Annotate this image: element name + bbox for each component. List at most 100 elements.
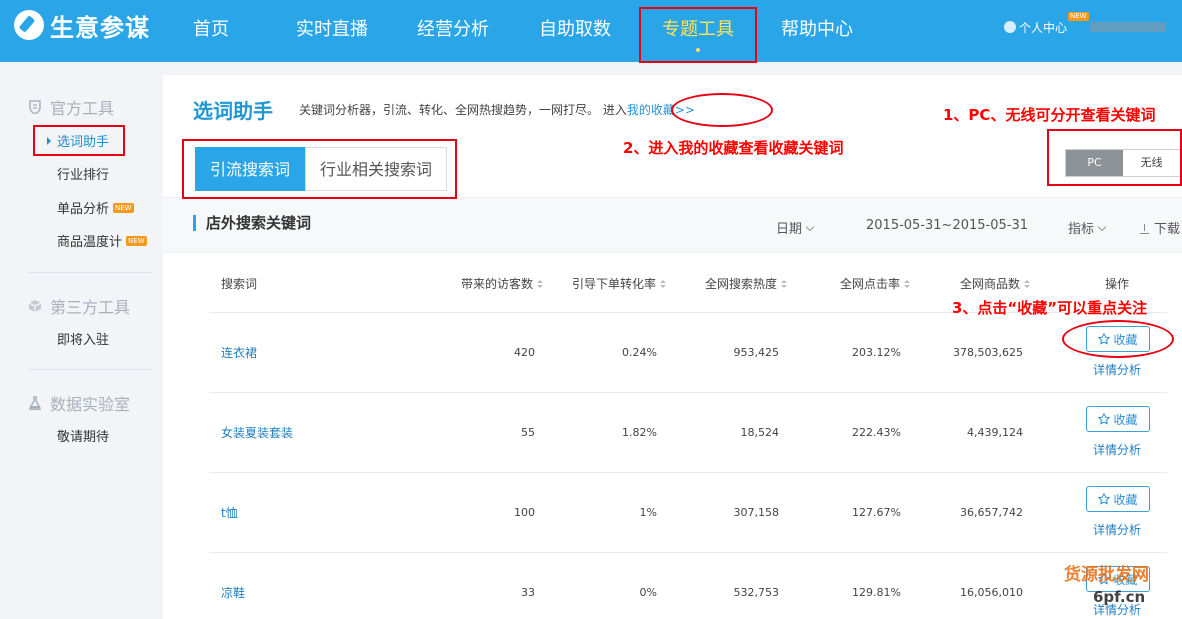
- goods-count-cell: 378,503,625: [953, 346, 1023, 359]
- column-header-label: 全网搜索热度: [705, 277, 778, 291]
- annotation-text-3: 3、点击“收藏”可以重点关注: [952, 299, 1148, 317]
- row-divider: [209, 552, 1167, 553]
- column-header-search-heat[interactable]: 全网搜索热度: [705, 275, 788, 292]
- annotation-text-2: 2、进入我的收藏查看收藏关键词: [623, 139, 844, 157]
- new-badge: NEW: [1068, 12, 1089, 21]
- nav-item-help[interactable]: 帮助中心: [772, 0, 862, 62]
- keyword-link[interactable]: 女装夏装套装: [221, 424, 293, 441]
- search-heat-cell: 307,158: [733, 506, 780, 519]
- sidebar-group-title: 数据实验室: [50, 395, 131, 414]
- sidebar-item-label: 单品分析: [57, 202, 110, 217]
- conversion-cell: 1.82%: [622, 426, 657, 439]
- column-header-label: 引导下单转化率: [572, 277, 657, 291]
- keyword-link[interactable]: 凉鞋: [221, 584, 245, 601]
- username-redacted: [1090, 22, 1166, 32]
- section-title: 店外搜索关键词: [193, 215, 311, 231]
- sidebar-group-official: 官方工具: [28, 95, 114, 119]
- date-filter-dropdown[interactable]: 日期: [776, 218, 815, 237]
- column-header-goods-count[interactable]: 全网商品数: [960, 275, 1031, 292]
- user-center-label: 个人中心: [1019, 20, 1068, 35]
- goods-count-cell: 36,657,742: [960, 506, 1023, 519]
- sidebar-item-industry-rank[interactable]: 行业排行: [57, 167, 109, 185]
- nav-item-home[interactable]: 首页: [176, 0, 246, 62]
- metric-filter-dropdown[interactable]: 指标: [1068, 218, 1107, 237]
- nav-item-live[interactable]: 实时直播: [287, 0, 377, 62]
- sidebar-item-coming-soon[interactable]: 即将入驻: [57, 332, 109, 350]
- visitors-cell: 55: [521, 426, 535, 439]
- download-button[interactable]: 下载: [1140, 218, 1180, 237]
- row-divider: [209, 392, 1167, 393]
- detail-analysis-link[interactable]: 详情分析: [1093, 441, 1141, 458]
- favorite-label: 收藏: [1113, 412, 1138, 427]
- search-heat-cell: 532,753: [733, 586, 780, 599]
- conversion-cell: 0%: [639, 586, 657, 599]
- sort-icon: [660, 280, 667, 289]
- search-heat-cell: 953,425: [733, 346, 780, 359]
- detail-analysis-link[interactable]: 详情分析: [1093, 521, 1141, 538]
- detail-analysis-link[interactable]: 详情分析: [1093, 361, 1141, 378]
- chevron-down-icon: [805, 222, 815, 232]
- sidebar-group-data-lab: 数据实验室: [28, 391, 130, 415]
- conversion-cell: 0.24%: [622, 346, 657, 359]
- column-header-conversion[interactable]: 引导下单转化率: [572, 275, 667, 292]
- date-range-display[interactable]: 2015-05-31~2015-05-31: [866, 218, 1028, 233]
- section-header: 店外搜索关键词 日期 2015-05-31~2015-05-31 指标 下载: [163, 197, 1182, 253]
- column-header-actions: 操作: [1105, 277, 1130, 291]
- star-icon: [1098, 493, 1111, 505]
- sidebar-item-product-thermometer[interactable]: 商品温度计 NEW: [57, 234, 147, 252]
- brand-logo[interactable]: 生意参谋: [14, 9, 150, 42]
- column-header-label: 全网商品数: [960, 277, 1021, 291]
- page-title: 选词助手: [193, 99, 273, 123]
- visitors-cell: 33: [521, 586, 535, 599]
- cube-icon: [28, 300, 42, 312]
- page-description: 关键词分析器，引流、转化、全网热搜趋势，一网打尽。 进入我的收藏>>: [299, 101, 695, 118]
- brand-name: 生意参谋: [50, 13, 150, 42]
- visitors-cell: 420: [514, 346, 535, 359]
- metric-filter-label: 指标: [1068, 222, 1095, 237]
- column-header-visitors[interactable]: 带来的访客数: [461, 275, 544, 292]
- favorite-button[interactable]: 收藏: [1086, 406, 1150, 432]
- annotation-box-special-tools: [639, 7, 757, 63]
- annotation-text-1: 1、PC、无线可分开查看关键词: [943, 106, 1156, 124]
- visitors-cell: 100: [514, 506, 535, 519]
- conversion-cell: 1%: [639, 506, 657, 519]
- annotation-oval-favorite-button: [1062, 320, 1174, 358]
- keyword-link[interactable]: 连衣裙: [221, 344, 257, 361]
- search-heat-cell: 18,524: [740, 426, 780, 439]
- column-header-keyword: 搜索词: [221, 277, 258, 291]
- goods-count-cell: 16,056,010: [960, 586, 1023, 599]
- star-icon: [1098, 413, 1111, 425]
- ctr-cell: 127.67%: [852, 506, 901, 519]
- new-badge: NEW: [113, 203, 134, 213]
- favorite-button[interactable]: 收藏: [1086, 486, 1150, 512]
- goods-count-cell: 4,439,124: [967, 426, 1023, 439]
- row-divider: [209, 472, 1167, 473]
- keyword-link[interactable]: t恤: [221, 504, 238, 521]
- ctr-cell: 222.43%: [852, 426, 901, 439]
- download-label: 下载: [1154, 222, 1181, 237]
- shield-icon: [29, 100, 41, 114]
- sidebar-group-third-party: 第三方工具: [28, 294, 130, 318]
- date-filter-label: 日期: [776, 222, 803, 237]
- sort-icon: [537, 280, 544, 289]
- annotation-oval-favorites: [671, 93, 773, 127]
- column-header-label: 带来的访客数: [461, 277, 534, 291]
- ctr-cell: 203.12%: [852, 346, 901, 359]
- flask-icon: [29, 396, 41, 410]
- user-center-link[interactable]: 个人中心 NEW: [1004, 12, 1089, 36]
- nav-item-self-query[interactable]: 自助取数: [530, 0, 620, 62]
- annotation-box-tabs: [182, 139, 457, 199]
- sort-icon: [781, 280, 788, 289]
- column-header-ctr[interactable]: 全网点击率: [840, 275, 911, 292]
- ctr-cell: 129.81%: [852, 586, 901, 599]
- sort-icon: [1024, 280, 1031, 289]
- sidebar-group-title: 第三方工具: [50, 298, 131, 317]
- sidebar-divider: [28, 369, 152, 370]
- column-header-label: 全网点击率: [840, 277, 901, 291]
- sidebar-item-stay-tuned[interactable]: 敬请期待: [57, 429, 109, 447]
- compass-icon: [14, 10, 44, 40]
- nav-item-analysis[interactable]: 经营分析: [408, 0, 498, 62]
- chevron-down-icon: [1097, 222, 1107, 232]
- annotation-box-device-switch: [1047, 129, 1182, 186]
- sidebar-item-product-analysis[interactable]: 单品分析 NEW: [57, 201, 134, 219]
